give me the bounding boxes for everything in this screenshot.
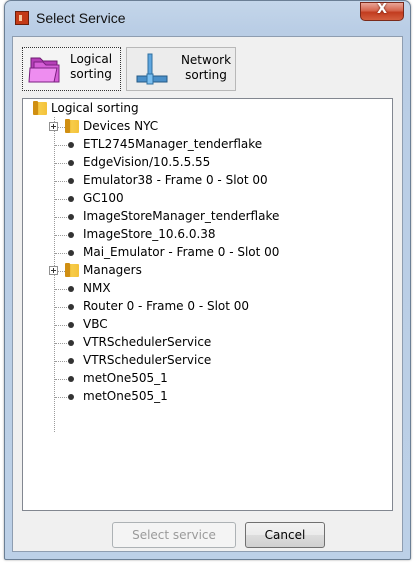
tree-item-label: GC100 [83, 191, 124, 205]
tree-item-label: ImageStoreManager_tenderflake [83, 209, 280, 223]
tree-branch-line [55, 343, 67, 344]
tree-service-row[interactable]: ETL2745Manager_tenderflake [23, 136, 392, 154]
tree-branch-line [55, 235, 67, 236]
service-bullet-icon [68, 340, 74, 346]
service-bullet-icon [68, 178, 74, 184]
tab-logical-sorting[interactable]: Logical sorting [22, 47, 121, 91]
service-bullet-icon [68, 214, 74, 220]
tab-network-sorting[interactable]: Network sorting [126, 47, 236, 91]
tree-item-label: metOne505_1 [83, 389, 168, 403]
tree-item-label: NMX [83, 281, 111, 295]
app-icon [15, 11, 29, 25]
tree-branch-line [55, 199, 67, 200]
service-bullet-icon [68, 358, 74, 364]
tree-service-row[interactable]: metOne505_1 [23, 370, 392, 388]
tree-item-label: EdgeVision/10.5.5.55 [83, 155, 211, 169]
tree-service-row[interactable]: VTRSchedulerService [23, 334, 392, 352]
tree-folder-row[interactable]: Managers [23, 262, 392, 280]
window-title: Select Service [36, 10, 126, 26]
tree-item-label: VTRSchedulerService [83, 353, 212, 367]
expand-icon[interactable] [49, 266, 58, 275]
tree-branch-line [55, 217, 67, 218]
tree-item-label: Emulator38 - Frame 0 - Slot 00 [83, 173, 268, 187]
tree-item-label: ImageStore_10.6.0.38 [83, 227, 216, 241]
tree-service-row[interactable]: EdgeVision/10.5.5.55 [23, 154, 392, 172]
dialog-body: Logical sorting Network sorting Logical … [12, 36, 403, 552]
tree-service-row[interactable]: Mai_Emulator - Frame 0 - Slot 00 [23, 244, 392, 262]
close-icon: X [376, 2, 388, 17]
tree-item-label: Router 0 - Frame 0 - Slot 00 [83, 299, 250, 313]
tree-branch-line [55, 361, 67, 362]
tree-root-row[interactable]: Logical sorting [23, 100, 392, 118]
tree-item-label: Mai_Emulator - Frame 0 - Slot 00 [83, 245, 280, 259]
folder-icon [33, 101, 47, 115]
service-bullet-icon [68, 304, 74, 310]
tree-branch-line [55, 307, 67, 308]
title-bar[interactable]: Select Service X [5, 1, 410, 35]
tree-branch-line [55, 397, 67, 398]
tree-item-label: Devices NYC [83, 119, 159, 133]
service-tree[interactable]: Logical sorting Devices NYC ETL2745Manage… [22, 98, 393, 511]
tree-branch-line [55, 325, 67, 326]
tree-service-row[interactable]: GC100 [23, 190, 392, 208]
service-bullet-icon [68, 196, 74, 202]
tree-branch-line [55, 181, 67, 182]
service-bullet-icon [68, 322, 74, 328]
tree-service-row[interactable]: Router 0 - Frame 0 - Slot 00 [23, 298, 392, 316]
select-service-button[interactable]: Select service [112, 522, 236, 548]
tree-service-row[interactable]: NMX [23, 280, 392, 298]
service-bullet-icon [68, 376, 74, 382]
tree-item-label: metOne505_1 [83, 371, 168, 385]
tree-service-row[interactable]: VTRSchedulerService [23, 352, 392, 370]
close-button[interactable]: X [360, 2, 404, 21]
tree-item-label: Managers [83, 263, 142, 277]
select-service-dialog: Select Service X Logical sorting Network… [4, 0, 411, 560]
expand-icon[interactable] [49, 122, 58, 131]
tree-service-row[interactable]: metOne505_1 [23, 388, 392, 406]
tree-branch-line [55, 253, 67, 254]
service-bullet-icon [68, 160, 74, 166]
tree-service-row[interactable]: VBC [23, 316, 392, 334]
cancel-button[interactable]: Cancel [245, 522, 325, 548]
service-bullet-icon [68, 232, 74, 238]
tree-item-label: ETL2745Manager_tenderflake [83, 137, 263, 151]
service-bullet-icon [68, 394, 74, 400]
tree-branch-line [55, 163, 67, 164]
tree-service-row[interactable]: Emulator38 - Frame 0 - Slot 00 [23, 172, 392, 190]
tree-branch-line [55, 379, 67, 380]
tab-network-sorting-label: Network sorting [180, 53, 232, 82]
tree-branch-line [55, 145, 67, 146]
tree-branch-line [55, 289, 67, 290]
folders-icon [28, 57, 60, 83]
network-icon [136, 53, 168, 85]
tree-item-label: VTRSchedulerService [83, 335, 212, 349]
tree-service-row[interactable]: ImageStoreManager_tenderflake [23, 208, 392, 226]
folder-icon [65, 119, 79, 133]
folder-icon [65, 263, 79, 277]
tab-logical-sorting-label: Logical sorting [69, 52, 113, 81]
tree-service-row[interactable]: ImageStore_10.6.0.38 [23, 226, 392, 244]
service-bullet-icon [68, 286, 74, 292]
tree-folder-row[interactable]: Devices NYC [23, 118, 392, 136]
service-bullet-icon [68, 250, 74, 256]
tree-root-label: Logical sorting [51, 101, 139, 115]
tree-item-label: VBC [83, 317, 108, 331]
service-bullet-icon [68, 142, 74, 148]
